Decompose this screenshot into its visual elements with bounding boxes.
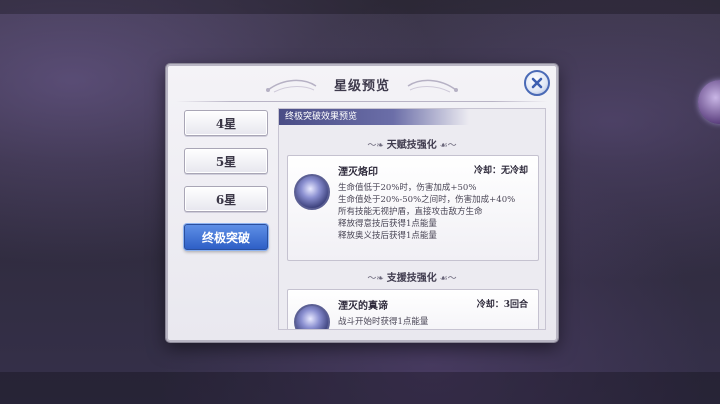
effect-preview-panel[interactable]: 终极突破效果预览 〜❧ 天赋技强化 ☙〜 湮灭烙印 冷却：无冷却 生命值低于20…	[278, 108, 546, 330]
section-title-text: 天赋技强化	[386, 140, 437, 151]
dialog-title: 星级预览	[333, 79, 390, 94]
panel-header: 终极突破效果预览	[279, 109, 469, 125]
skill-emblem-icon	[294, 174, 330, 210]
close-button[interactable]	[524, 70, 550, 96]
star-preview-dialog: 星级预览 4星 5星 6星 终极突破 终极突破效果预览 〜❧ 天赋技强化 ☙〜 …	[166, 64, 558, 342]
background-bottom-bar	[0, 372, 720, 404]
skill-effect-line: 释放得意技后获得1点能量	[338, 219, 437, 229]
tab-5-star[interactable]: 5星	[184, 148, 268, 174]
skill-card-support: 湮灭的真谛 冷却：3回合 战斗开始时获得1点能量	[287, 289, 539, 329]
skill-effect-line: 战斗开始时获得1点能量	[338, 317, 429, 327]
skill-effect-line: 生命值低于20%时，伤害加成+50%	[338, 183, 477, 193]
tab-6-star[interactable]: 6星	[184, 186, 268, 212]
tab-4-star[interactable]: 4星	[184, 110, 268, 136]
skill-emblem-icon	[294, 304, 330, 329]
skill-effect-line: 生命值处于20%-50%之间时，伤害加成+40%	[338, 195, 516, 205]
tab-ultimate-breakthrough[interactable]: 终极突破	[184, 224, 268, 250]
section-title-support: 〜❧ 支援技强化 ☙〜	[279, 269, 545, 285]
skill-card-talent: 湮灭烙印 冷却：无冷却 生命值低于20%时，伤害加成+50% 生命值处于20%-…	[287, 155, 539, 261]
skill-description: 战斗开始时获得1点能量	[338, 316, 530, 328]
section-ornament-icon: ☙〜	[436, 274, 457, 284]
skill-name: 湮灭烙印	[338, 167, 378, 178]
section-title-text: 支援技强化	[386, 273, 437, 284]
background-top-bar	[0, 0, 720, 14]
skill-cooldown: 冷却：3回合	[476, 300, 528, 310]
close-icon	[531, 77, 543, 89]
title-divider	[176, 101, 548, 102]
skill-effect-line: 所有技能无视护盾，直接攻击敌方生命	[338, 207, 483, 217]
skill-cooldown: 冷却：无冷却	[473, 166, 528, 176]
section-ornament-icon: ☙〜	[436, 141, 457, 151]
section-ornament-icon: 〜❧	[367, 274, 387, 284]
section-title-talent: 〜❧ 天赋技强化 ☙〜	[279, 136, 545, 152]
section-ornament-icon: 〜❧	[367, 141, 387, 151]
skill-description: 生命值低于20%时，伤害加成+50% 生命值处于20%-50%之间时，伤害加成+…	[338, 182, 530, 242]
skill-name: 湮灭的真谛	[338, 301, 388, 312]
skill-effect-line: 释放奥义技后获得1点能量	[338, 231, 437, 241]
